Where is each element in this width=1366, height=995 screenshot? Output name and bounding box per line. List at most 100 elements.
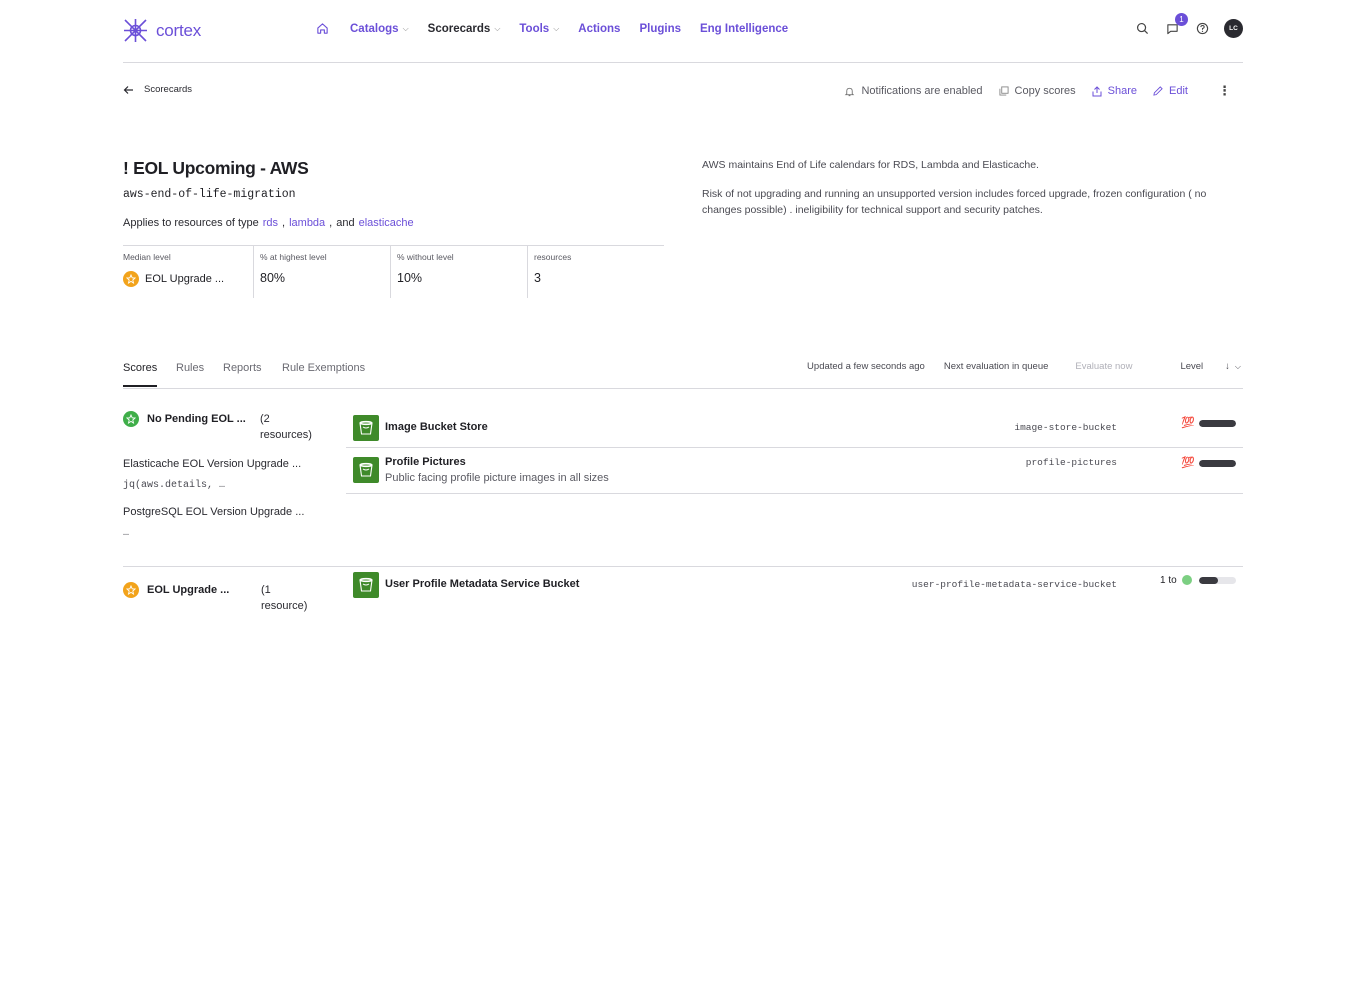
- nav-actions-label: Actions: [578, 22, 621, 35]
- perfect-score-icon: 💯: [1181, 417, 1195, 429]
- cortex-logo-icon: [124, 19, 147, 42]
- stat-value: EOL Upgrade ...: [123, 271, 247, 287]
- nav-right-tools: 1 LC: [1134, 12, 1243, 38]
- stat-label: resources: [534, 252, 572, 262]
- applies-and: and: [336, 217, 355, 229]
- scorecard-stats: Median level EOL Upgrade ... % at highes…: [123, 245, 664, 298]
- nav-catalogs-label: Catalogs: [350, 22, 399, 35]
- entity-tag: user-profile-metadata-service-bucket: [911, 579, 1117, 590]
- median-level-value: EOL Upgrade ...: [145, 273, 225, 285]
- nav-scorecards[interactable]: Scorecards ⌵: [428, 23, 501, 35]
- rule-expression: …: [123, 528, 130, 539]
- comma-separator: ,: [282, 217, 286, 229]
- entity-name[interactable]: User Profile Metadata Service Bucket: [385, 578, 579, 590]
- bell-icon: [845, 87, 855, 96]
- next-evaluation-status: Next evaluation in queue: [943, 361, 1049, 372]
- scorecard-tag: aws-end-of-life-migration: [123, 188, 296, 201]
- rule-expression: jq(aws.details, …: [123, 480, 226, 491]
- user-avatar[interactable]: LC: [1224, 19, 1243, 38]
- count-line: (1: [261, 584, 271, 596]
- home-button[interactable]: [316, 22, 329, 35]
- tab-rule-exemptions[interactable]: Rule Exemptions: [282, 362, 365, 385]
- nav-plugins[interactable]: Plugins: [639, 23, 681, 35]
- nav-eng-intelligence[interactable]: Eng Intelligence: [700, 23, 788, 35]
- type-link-elasticache[interactable]: elasticache: [359, 217, 414, 229]
- entity-row[interactable]: Profile Pictures Public facing profile p…: [346, 448, 1243, 494]
- nav-catalogs[interactable]: Catalogs ⌵: [350, 23, 409, 35]
- stat-value: 80%: [260, 271, 286, 285]
- level-resource-count: (2 resources): [260, 411, 312, 443]
- tab-reports[interactable]: Reports: [223, 362, 262, 385]
- edit-label: Edit: [1169, 85, 1188, 97]
- share-icon: [1092, 85, 1102, 96]
- star-level-icon: [123, 411, 139, 427]
- back-to-scorecards-link[interactable]: Scorecards: [123, 84, 192, 95]
- stat-resources: resources 3: [528, 246, 664, 298]
- nav-tools[interactable]: Tools ⌵: [519, 23, 559, 35]
- share-button[interactable]: Share: [1092, 85, 1137, 97]
- updated-status: Updated a few seconds ago: [807, 361, 925, 372]
- perfect-score-icon: 💯: [1181, 457, 1195, 469]
- level-group-header[interactable]: No Pending EOL ...: [123, 411, 246, 427]
- tab-rules[interactable]: Rules: [176, 362, 204, 385]
- entity-name[interactable]: Image Bucket Store: [385, 421, 488, 433]
- entity-row[interactable]: Image Bucket Store image-store-bucket 💯: [346, 409, 1243, 448]
- scorecard-tabs: Scores Rules Reports Rule Exemptions Upd…: [123, 360, 1243, 389]
- entity-row[interactable]: User Profile Metadata Service Bucket use…: [346, 567, 1243, 605]
- entity-name[interactable]: Profile Pictures: [385, 456, 466, 468]
- rule-name[interactable]: Elasticache EOL Version Upgrade ...: [123, 458, 301, 470]
- score-progress-bar: [1199, 577, 1236, 584]
- notifications-toggle[interactable]: Notifications are enabled: [844, 85, 983, 97]
- stat-label: Median level: [123, 252, 171, 262]
- star-level-icon: [123, 582, 139, 598]
- score-progress-fill: [1199, 460, 1236, 467]
- chevron-down-icon: ⌵: [494, 23, 501, 33]
- logo-text: cortex: [156, 20, 202, 40]
- help-button[interactable]: [1194, 21, 1210, 37]
- scorecard-description: AWS maintains End of Life calendars for …: [702, 157, 1247, 218]
- evaluate-now-button[interactable]: Evaluate now: [1075, 361, 1132, 372]
- count-line: resource): [261, 600, 308, 612]
- level-sort-dropdown[interactable]: Level ↓ ⌵: [1161, 361, 1241, 372]
- notification-count-badge: 1: [1175, 12, 1188, 26]
- rule-name[interactable]: PostgreSQL EOL Version Upgrade ...: [123, 506, 304, 518]
- level-sort-label: Level: [1180, 361, 1204, 372]
- score-progress-text: 1 to: [1160, 575, 1177, 586]
- copy-icon: [998, 86, 1009, 96]
- stat-label: % without level: [397, 252, 454, 262]
- type-link-rds[interactable]: rds: [263, 217, 278, 229]
- page-subheader: Scorecards Notifications are enabled Cop…: [123, 80, 1243, 102]
- level-name: No Pending EOL ...: [147, 413, 246, 425]
- next-level-icon: [1182, 575, 1192, 585]
- stat-label: % at highest level: [260, 252, 327, 262]
- search-button[interactable]: [1134, 21, 1150, 37]
- s3-bucket-icon: [353, 457, 379, 483]
- entity-tag: profile-pictures: [1025, 457, 1117, 468]
- score-progress-bar: [1199, 460, 1236, 467]
- main-nav: Catalogs ⌵ Scorecards ⌵ Tools ⌵ Actions …: [316, 22, 807, 35]
- star-level-icon: [123, 271, 139, 287]
- back-label: Scorecards: [144, 84, 193, 95]
- stat-without-level: % without level 10%: [391, 246, 528, 298]
- more-options-icon[interactable]: ⋮: [1218, 83, 1231, 99]
- pencil-icon: [1153, 86, 1163, 96]
- nav-actions[interactable]: Actions: [578, 23, 620, 35]
- stat-median-level: Median level EOL Upgrade ...: [123, 246, 254, 298]
- page-actions: Notifications are enabled Copy scores Sh…: [844, 83, 1231, 99]
- notifications-button[interactable]: 1: [1164, 12, 1188, 37]
- nav-eng-intelligence-label: Eng Intelligence: [699, 22, 789, 35]
- type-link-lambda[interactable]: lambda: [289, 217, 325, 229]
- tab-scores[interactable]: Scores: [123, 362, 158, 387]
- evaluation-status: Updated a few seconds ago Next evaluatio…: [788, 361, 1241, 372]
- description-paragraph: Risk of not upgrading and running an uns…: [702, 188, 1207, 216]
- help-icon: [1196, 22, 1208, 35]
- arrow-left-icon: [123, 85, 133, 94]
- chevron-down-icon: ⌵: [402, 23, 409, 33]
- level-group-header[interactable]: EOL Upgrade ...: [123, 582, 229, 598]
- score-progress-fill: [1199, 577, 1218, 584]
- copy-scores-button[interactable]: Copy scores: [998, 85, 1076, 97]
- applies-prefix: Applies to resources of type: [123, 217, 259, 229]
- arrow-down-icon: ↓: [1225, 361, 1230, 372]
- edit-button[interactable]: Edit: [1153, 85, 1188, 97]
- cortex-logo[interactable]: cortex: [123, 18, 201, 43]
